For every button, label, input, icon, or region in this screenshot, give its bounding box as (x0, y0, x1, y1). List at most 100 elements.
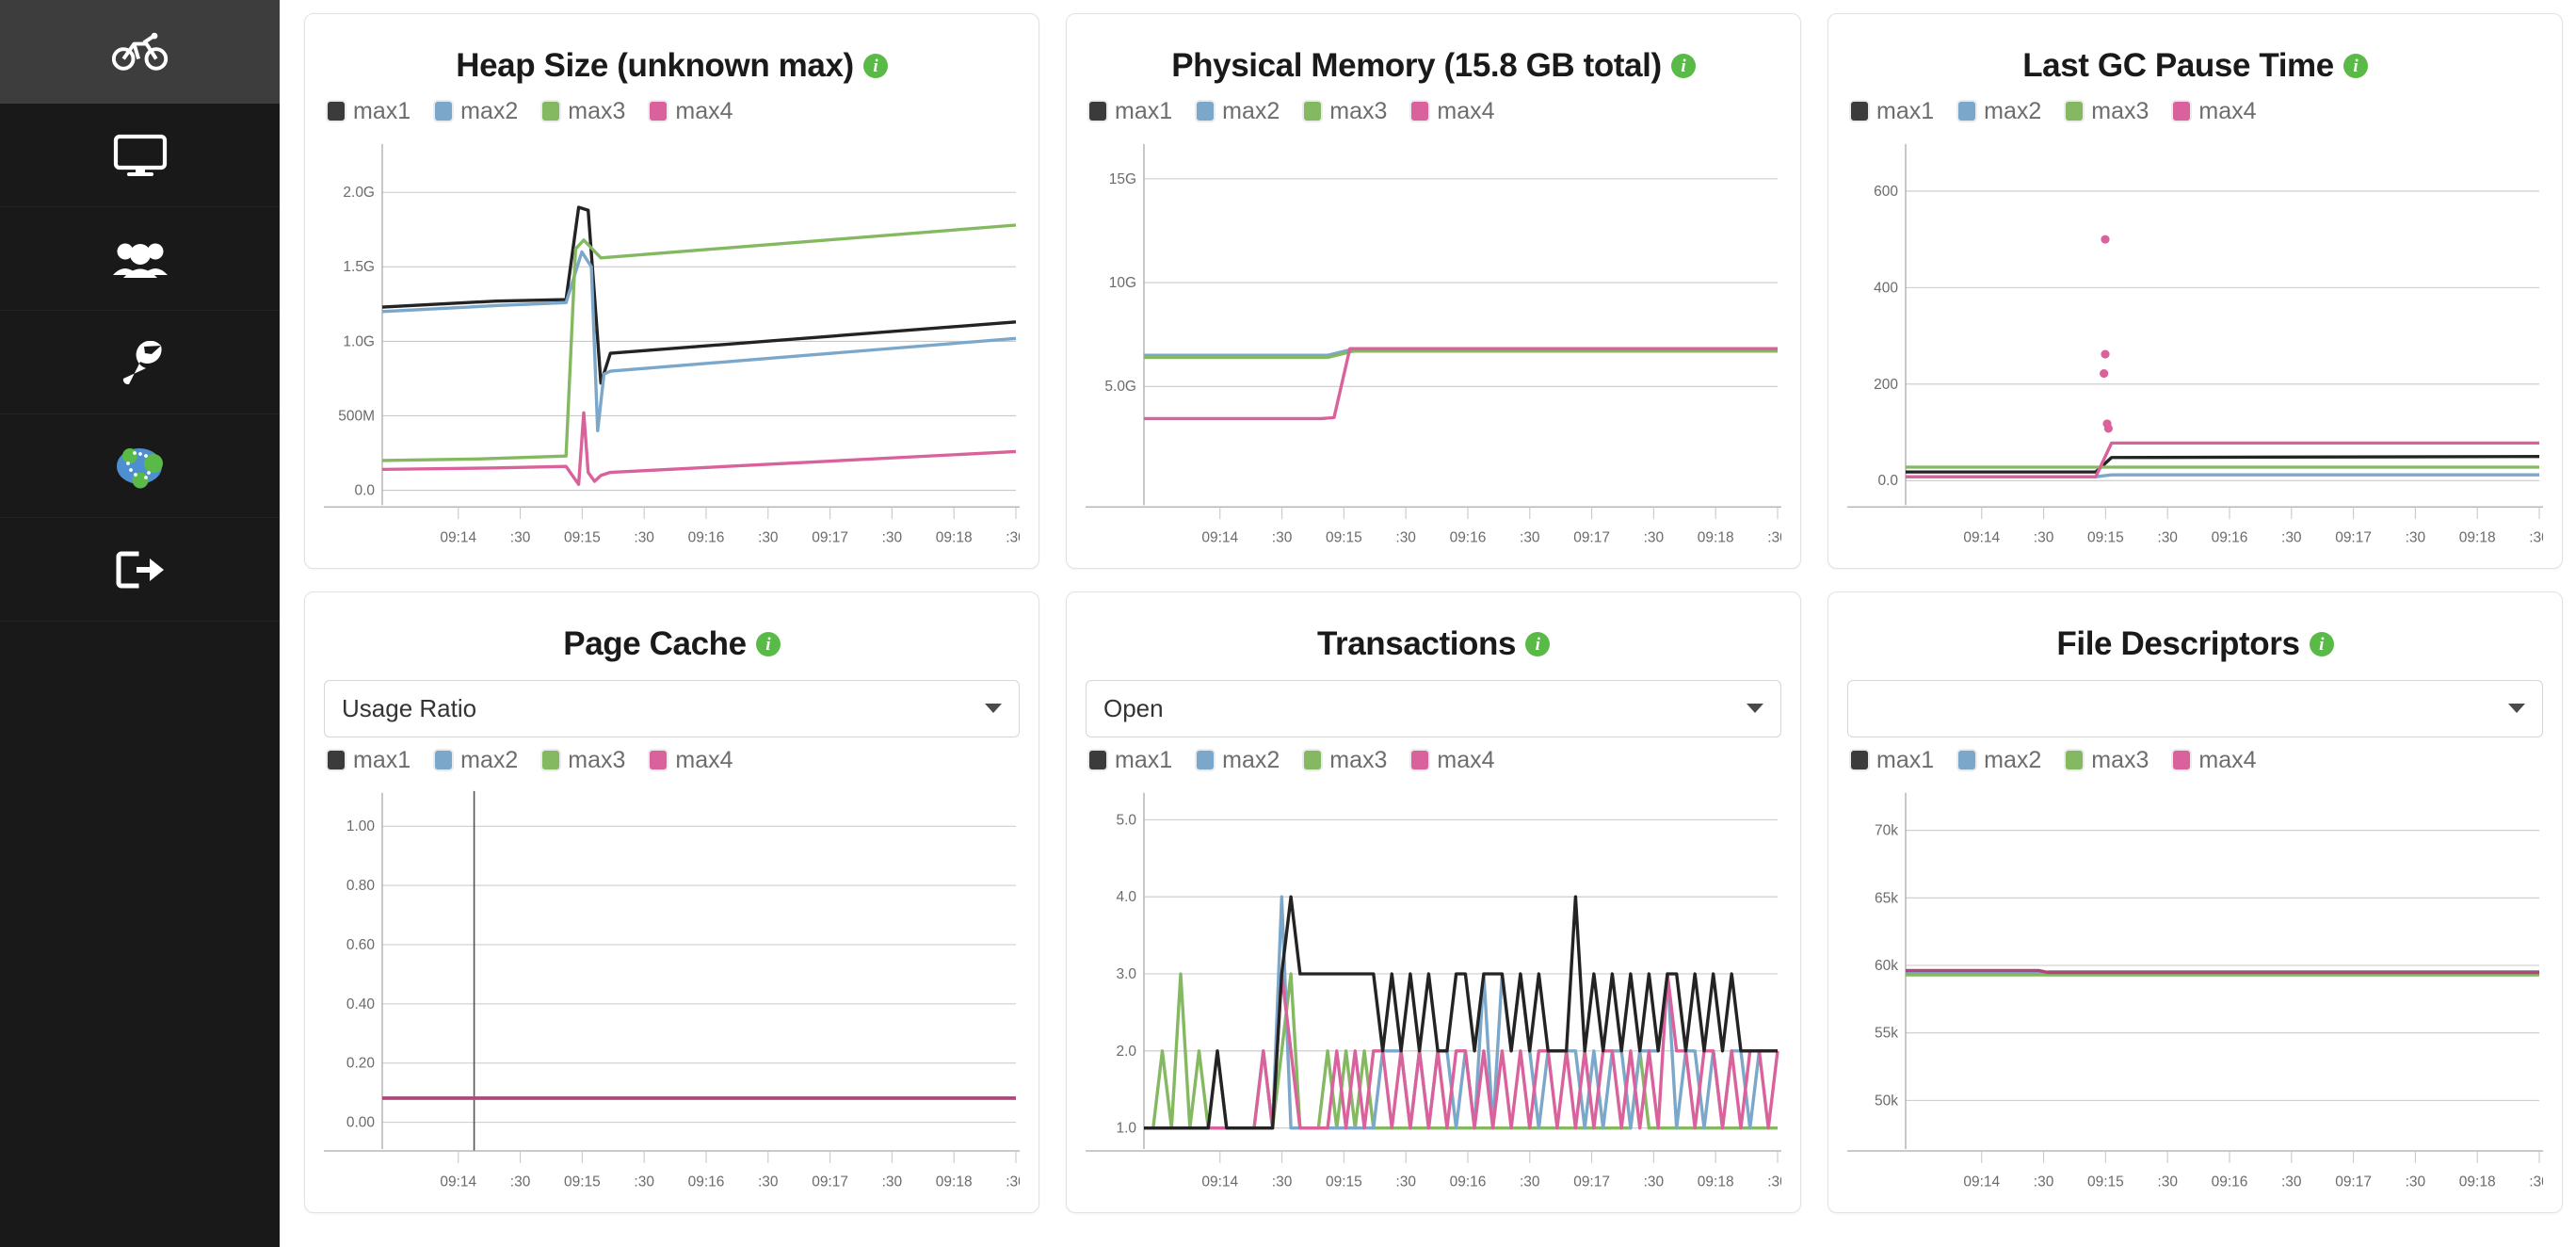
svg-text:09:16: 09:16 (2212, 529, 2248, 545)
legend-label: max4 (2198, 746, 2257, 773)
legend-entry-max2[interactable]: max2 (433, 747, 518, 774)
panel-title-physical-memory: Physical Memory (15.8 GB total) i (1086, 47, 1781, 85)
sidebar-item-monitor[interactable] (0, 104, 280, 207)
legend-label: max3 (2091, 746, 2149, 773)
legend-swatch-max4 (2171, 749, 2193, 772)
sidebar-item-overview[interactable] (0, 0, 280, 104)
legend-entry-max4[interactable]: max4 (1409, 747, 1495, 774)
sidebar-item-users[interactable] (0, 207, 280, 311)
transactions-metric-select[interactable]: Open (1086, 679, 1781, 737)
legend-label: max1 (1115, 97, 1173, 124)
chart-physical-memory[interactable]: 5.0G 10G 15G 09:14:30 09:15:30 09:16:30 09:17:… (1086, 129, 1781, 559)
file-descriptors-metric-select[interactable] (1847, 679, 2543, 737)
legend-entry-max4[interactable]: max4 (648, 747, 733, 774)
svg-text:09:18: 09:18 (1698, 1174, 1734, 1190)
legend-label: max4 (675, 97, 733, 124)
svg-text:0.20: 0.20 (346, 1056, 375, 1072)
svg-text::30: :30 (1767, 1174, 1781, 1190)
svg-text::30: :30 (1395, 529, 1416, 545)
legend-entry-max2[interactable]: max2 (1195, 98, 1280, 125)
legend-physical-memory: max1 max2 max3 max4 (1087, 98, 1781, 125)
svg-text:09:17: 09:17 (1573, 1174, 1610, 1190)
svg-text:09:17: 09:17 (812, 1174, 848, 1190)
svg-text::30: :30 (2406, 1174, 2426, 1190)
info-icon[interactable]: i (755, 632, 781, 657)
legend-entry-max4[interactable]: max4 (2171, 746, 2257, 774)
legend-entry-max1[interactable]: max1 (1849, 98, 1934, 125)
svg-text:09:16: 09:16 (688, 529, 725, 545)
legend-entry-max4[interactable]: max4 (2171, 98, 2257, 125)
svg-text:0.0: 0.0 (354, 482, 375, 498)
legend-entry-max3[interactable]: max3 (1302, 98, 1387, 125)
panel-heap-size: Heap Size (unknown max) i max1 max2 max3 ma… (304, 13, 1039, 569)
legend-label: max1 (1876, 97, 1935, 124)
svg-text:55k: 55k (1875, 1025, 1898, 1041)
svg-text::30: :30 (1644, 529, 1665, 545)
svg-text::30: :30 (758, 529, 779, 545)
svg-text:09:15: 09:15 (1326, 1174, 1362, 1190)
svg-text:10G: 10G (1109, 275, 1136, 291)
svg-text:0.0: 0.0 (1877, 473, 1898, 489)
svg-text:70k: 70k (1875, 822, 1898, 838)
svg-text::30: :30 (634, 529, 654, 545)
legend-entry-max1[interactable]: max1 (326, 98, 411, 125)
svg-text:1.0: 1.0 (1116, 1120, 1136, 1136)
info-icon[interactable]: i (862, 54, 888, 79)
sidebar-item-tools[interactable] (0, 311, 280, 414)
legend-entry-max3[interactable]: max3 (540, 98, 625, 125)
legend-heap-size: max1 max2 max3 max4 (326, 98, 1020, 125)
info-icon[interactable]: i (2309, 632, 2334, 657)
svg-text:09:14: 09:14 (1201, 1174, 1238, 1190)
svg-text::30: :30 (1767, 529, 1781, 545)
info-icon[interactable]: i (2343, 54, 2368, 79)
legend-entry-max2[interactable]: max2 (1956, 747, 2041, 774)
legend-entry-max1[interactable]: max1 (1087, 747, 1172, 774)
svg-text:09:15: 09:15 (2087, 1174, 2124, 1190)
svg-text::30: :30 (1644, 1174, 1665, 1190)
panel-title-text: Last GC Pause Time (2022, 47, 2334, 84)
svg-text:2.0: 2.0 (1116, 1044, 1136, 1060)
legend-entry-max3[interactable]: max3 (2064, 747, 2149, 774)
legend-entry-max3[interactable]: max3 (2064, 98, 2149, 125)
legend-entry-max4[interactable]: max4 (648, 98, 733, 125)
legend-entry-max1[interactable]: max1 (1849, 747, 1934, 774)
sidebar-item-neo4j[interactable] (0, 414, 280, 518)
legend-page-cache: max1 max2 max3 max4 (326, 747, 1020, 774)
legend-entry-max2[interactable]: max2 (433, 98, 518, 125)
legend-entry-max2[interactable]: max2 (1956, 98, 2041, 125)
chart-file-descriptors[interactable]: 50k 55k 60k 65k 70k 09:14:30 09:15:30 09:16:30 0… (1847, 778, 2543, 1203)
legend-swatch-max2 (433, 749, 455, 772)
svg-text:09:15: 09:15 (1326, 529, 1362, 545)
svg-text::30: :30 (2281, 1174, 2302, 1190)
svg-text::30: :30 (2034, 529, 2054, 545)
legend-entry-max3[interactable]: max3 (1302, 747, 1387, 774)
legend-label: max1 (1115, 746, 1173, 773)
legend-entry-max1[interactable]: max1 (326, 747, 411, 774)
sidebar-item-logout[interactable] (0, 518, 280, 622)
legend-swatch-max3 (2064, 749, 2085, 772)
info-icon[interactable]: i (1525, 632, 1551, 657)
wrench-icon (114, 340, 167, 384)
legend-entry-max1[interactable]: max1 (1087, 98, 1172, 125)
chart-last-gc-pause-time[interactable]: 0.0 200 400 600 09:14:30 09:15:30 09:16:30 09:1… (1847, 129, 2543, 559)
chart-transactions[interactable]: 1.0 2.0 3.0 4.0 5.0 09:14:30 09:15:30 09:16:30 0… (1086, 778, 1781, 1203)
page-cache-metric-select[interactable]: Usage Ratio (324, 679, 1020, 737)
dashboard-grid: Heap Size (unknown max) i max1 max2 max3 ma… (280, 0, 2576, 1247)
sidebar (0, 0, 280, 1247)
svg-text:1.5G: 1.5G (343, 259, 375, 275)
chart-heap-size[interactable]: 0.0 500M 1.0G 1.5G 2.0G 09:14:30 09:15:30 09:16… (324, 129, 1020, 559)
legend-entry-max3[interactable]: max3 (540, 747, 625, 774)
legend-swatch-max4 (648, 749, 669, 772)
svg-text:09:18: 09:18 (1698, 529, 1734, 545)
svg-text:0.60: 0.60 (346, 937, 375, 953)
info-icon[interactable]: i (1670, 54, 1696, 79)
app-root: Heap Size (unknown max) i max1 max2 max3 ma… (0, 0, 2576, 1247)
svg-text:09:17: 09:17 (812, 529, 848, 545)
svg-text::30: :30 (1395, 1174, 1416, 1190)
chart-page-cache[interactable]: 0.00 0.20 0.40 0.60 0.80 1.00 09:14:30 09:15:30… (324, 778, 1020, 1203)
legend-label: max2 (460, 746, 519, 773)
legend-label: max2 (1222, 97, 1280, 124)
legend-entry-max2[interactable]: max2 (1195, 747, 1280, 774)
chevron-down-icon (1747, 704, 1763, 714)
legend-entry-max4[interactable]: max4 (1409, 98, 1495, 125)
